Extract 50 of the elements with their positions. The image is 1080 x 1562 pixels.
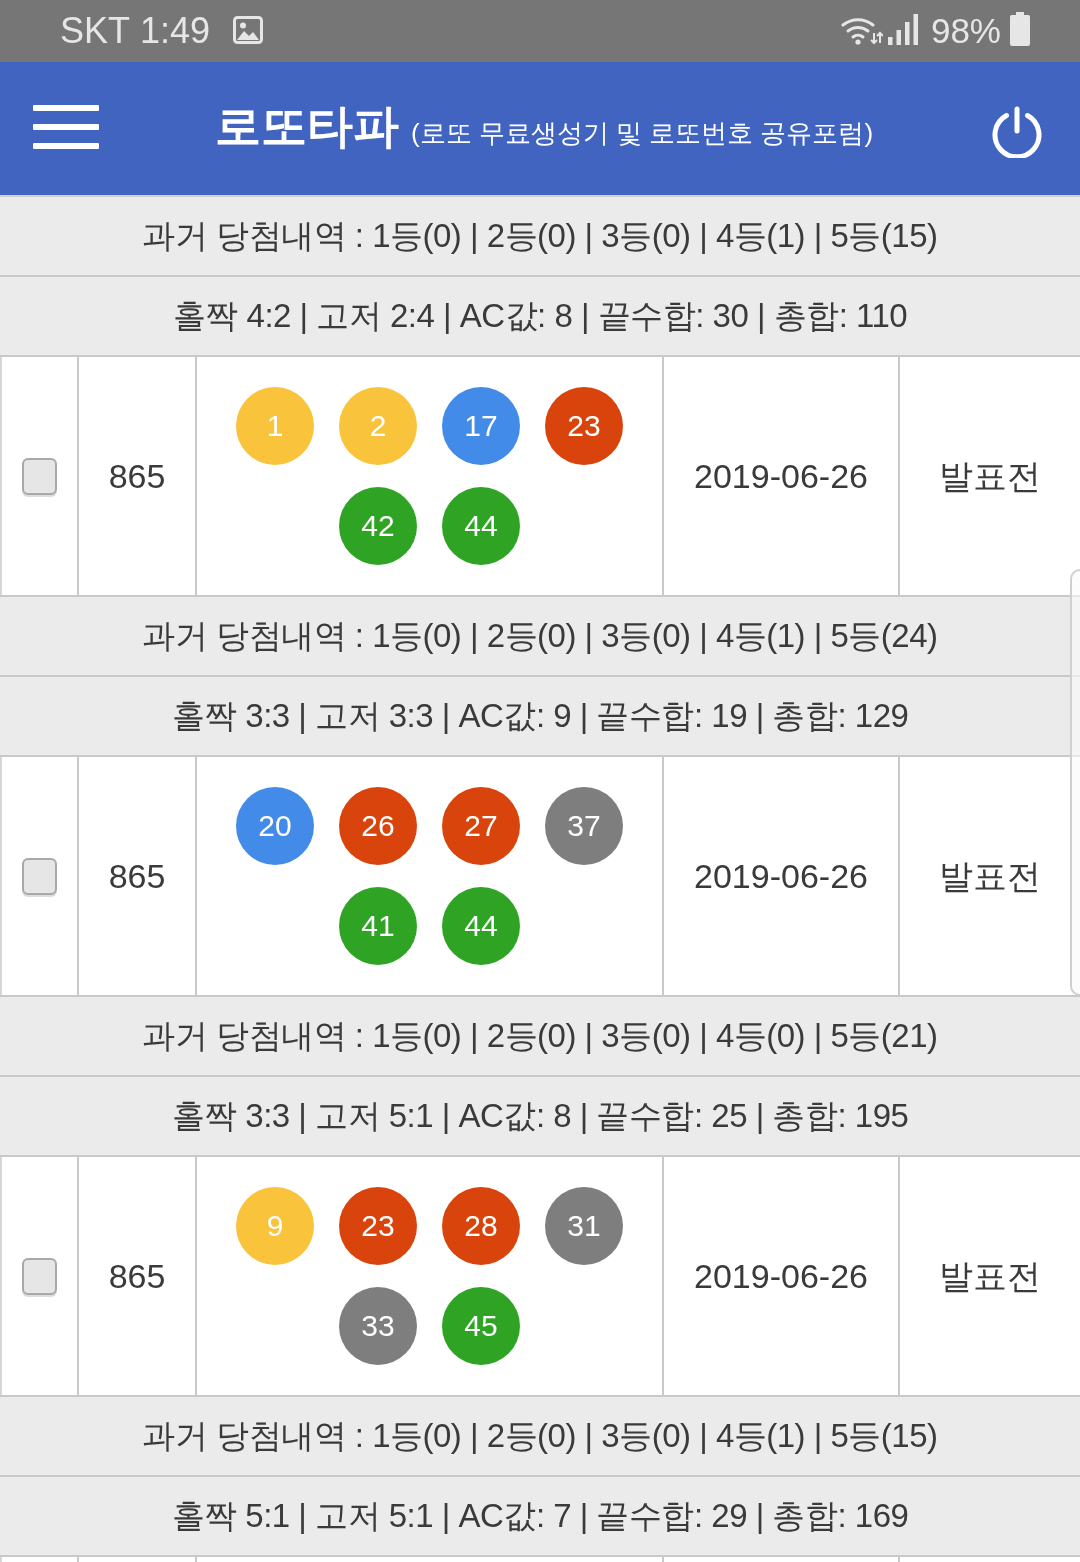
result-status: 발표전 (939, 1256, 1041, 1296)
lotto-ball: 41 (339, 887, 417, 965)
row-checkbox[interactable] (22, 857, 57, 895)
carrier-name: SKT (60, 11, 130, 51)
lotto-ball: 20 (236, 787, 314, 865)
lotto-ball: 44 (442, 487, 520, 565)
lotto-ball: 23 (339, 1187, 417, 1265)
lotto-ball: 37 (545, 787, 623, 865)
wifi-icon (840, 15, 883, 45)
lotto-ball: 45 (442, 1287, 520, 1365)
result-status: 발표전 (939, 456, 1041, 496)
row-checkbox[interactable] (22, 1257, 57, 1295)
image-icon (233, 16, 264, 44)
lotto-ball: 23 (545, 387, 623, 465)
lotto-ball: 28 (442, 1187, 520, 1265)
lotto-ball: 44 (442, 887, 520, 965)
draw-date: 2019-06-26 (694, 856, 868, 896)
power-icon[interactable] (989, 105, 1045, 158)
battery-percent: 98% (930, 11, 1001, 51)
win-history-text: 과거 당첨내역 : 1등(0) | 2등(0) | 3등(0) | 4등(1) | 5등(15) (142, 1416, 938, 1456)
number-stats-text: 홀짝 3:3 | 고저 3:3 | AC값: 9 | 끝수합: 19 | 총합: 129 (171, 696, 909, 736)
edge-panel-handle[interactable] (1070, 569, 1080, 996)
lotto-ball: 31 (545, 1187, 623, 1265)
lotto-ball: 2 (339, 387, 417, 465)
menu-icon[interactable] (33, 104, 99, 149)
signal-icon (887, 13, 918, 45)
draw-date: 2019-06-26 (694, 1256, 868, 1296)
row-checkbox[interactable] (22, 457, 57, 495)
battery-icon (1010, 12, 1030, 46)
round-number: 865 (108, 856, 166, 896)
lotto-ball: 27 (442, 787, 520, 865)
lotto-ball: 26 (339, 787, 417, 865)
number-stats-text: 홀짝 4:2 | 고저 2:4 | AC값: 8 | 끝수합: 30 | 총합: 110 (172, 296, 908, 336)
app-title: 로또타파 (214, 98, 399, 154)
lotto-ball: 33 (339, 1287, 417, 1365)
number-stats-text: 홀짝 3:3 | 고저 5:1 | AC값: 8 | 끝수합: 25 | 총합: 195 (171, 1096, 909, 1136)
result-status: 발표전 (939, 856, 1041, 896)
number-stats-text: 홀짝 5:1 | 고저 5:1 | AC값: 7 | 끝수합: 29 | 총합: 169 (171, 1496, 909, 1536)
round-number: 865 (108, 456, 166, 496)
lotto-ball: 9 (236, 1187, 314, 1265)
lotto-ball: 17 (442, 387, 520, 465)
clock-time: 1:49 (140, 11, 211, 51)
win-history-text: 과거 당첨내역 : 1등(0) | 2등(0) | 3등(0) | 4등(1) | 5등(24) (142, 616, 938, 656)
app-subtitle: (로또 무료생성기 및 로또번호 공유포럼) (410, 116, 874, 149)
draw-date: 2019-06-26 (694, 456, 868, 496)
lotto-ball: 42 (339, 487, 417, 565)
lotto-ball: 1 (236, 387, 314, 465)
win-history-text: 과거 당첨내역 : 1등(0) | 2등(0) | 3등(0) | 4등(0) | 5등(21) (142, 1016, 938, 1056)
round-number: 865 (108, 1256, 166, 1296)
win-history-text: 과거 당첨내역 : 1등(0) | 2등(0) | 3등(0) | 4등(1) | 5등(15) (142, 216, 938, 256)
